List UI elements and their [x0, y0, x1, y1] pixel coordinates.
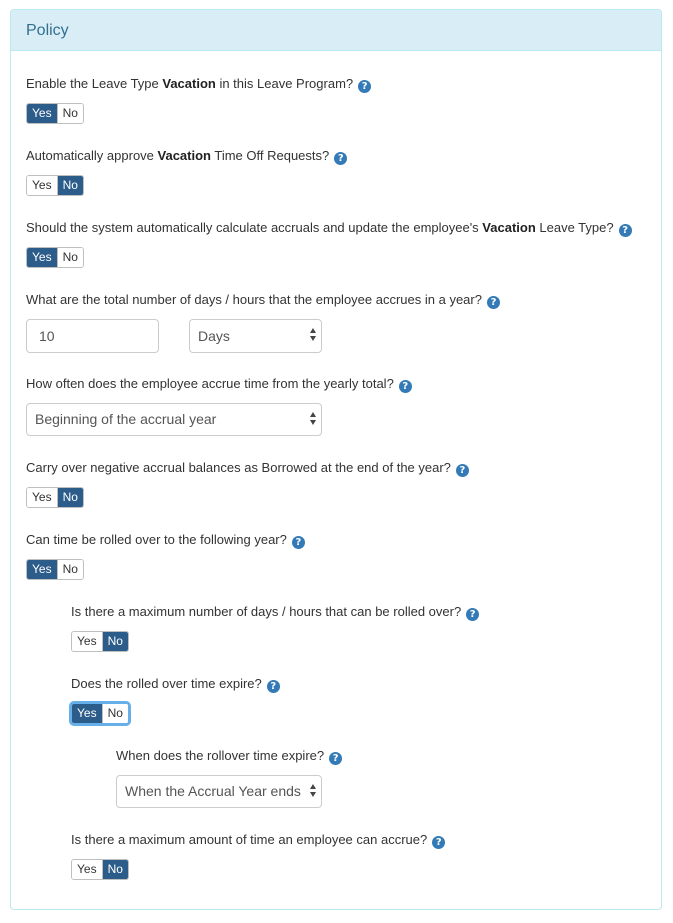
question-max-accrue: Is there a maximum amount of time an emp…: [71, 832, 446, 849]
yes-option[interactable]: Yes: [72, 704, 102, 723]
question-text: Is there a maximum number of days / hour…: [71, 604, 462, 619]
question-enable-leave-type: Enable the Leave Type Vacation in this L…: [26, 76, 372, 93]
question-text: What are the total number of days / hour…: [26, 292, 482, 307]
question-accrual-frequency: How often does the employee accrue time …: [26, 376, 412, 393]
yes-option[interactable]: Yes: [27, 176, 57, 195]
question-text: Enable the Leave Type: [26, 76, 163, 91]
no-option[interactable]: No: [101, 704, 128, 723]
yes-option[interactable]: Yes: [27, 248, 57, 267]
leave-type-name: Vacation: [162, 76, 216, 91]
rollover-expire-toggle: Yes No: [71, 703, 129, 724]
max-rollover-toggle: Yes No: [71, 631, 129, 652]
select-arrows-icon: [310, 784, 317, 799]
question-rollover-expire: Does the rolled over time expire??: [71, 676, 280, 693]
question-text: Leave Type?: [535, 220, 614, 235]
expire-when-select[interactable]: When the Accrual Year ends: [116, 775, 322, 808]
question-text: When does the rollover time expire?: [116, 748, 325, 763]
question-text: Can time be rolled over to the following…: [26, 532, 287, 547]
select-arrows-icon: [310, 328, 317, 343]
question-auto-approve: Automatically approve Vacation Time Off …: [26, 148, 348, 165]
yes-option[interactable]: Yes: [72, 860, 102, 879]
no-option[interactable]: No: [56, 104, 83, 123]
help-icon[interactable]: ?: [358, 80, 372, 93]
no-option[interactable]: No: [56, 248, 83, 267]
help-icon[interactable]: ?: [466, 608, 480, 621]
auto-approve-toggle: Yes No: [26, 175, 84, 196]
yes-option[interactable]: Yes: [27, 560, 57, 579]
question-text: Automatically approve: [26, 148, 158, 163]
max-accrue-toggle: Yes No: [71, 859, 129, 880]
yes-option[interactable]: Yes: [27, 104, 57, 123]
question-max-rollover: Is there a maximum number of days / hour…: [71, 604, 480, 621]
leave-type-name: Vacation: [482, 220, 536, 235]
no-option[interactable]: No: [56, 560, 83, 579]
help-icon[interactable]: ?: [334, 152, 348, 165]
question-total-accrual: What are the total number of days / hour…: [26, 292, 500, 309]
leave-type-name: Vacation: [157, 148, 211, 163]
question-text: Does the rolled over time expire?: [71, 676, 262, 691]
help-icon[interactable]: ?: [266, 680, 280, 693]
help-icon[interactable]: ?: [329, 752, 343, 765]
question-text: Is there a maximum amount of time an emp…: [71, 832, 428, 847]
question-text: How often does the employee accrue time …: [26, 376, 394, 391]
accrual-frequency-select[interactable]: Beginning of the accrual year: [26, 403, 322, 436]
question-text: Carry over negative accrual balances as …: [26, 460, 451, 475]
help-icon[interactable]: ?: [486, 296, 500, 309]
question-text: Should the system automatically calculat…: [26, 220, 483, 235]
panel-heading: Policy: [11, 10, 661, 51]
no-option[interactable]: No: [56, 488, 83, 507]
question-rollover: Can time be rolled over to the following…: [26, 532, 305, 549]
question-auto-calc: Should the system automatically calculat…: [26, 220, 632, 237]
no-option[interactable]: No: [56, 176, 83, 195]
help-icon[interactable]: ?: [618, 224, 632, 237]
help-icon[interactable]: ?: [432, 836, 446, 849]
carry-negative-toggle: Yes No: [26, 487, 84, 508]
no-option[interactable]: No: [101, 632, 128, 651]
question-text: Time Off Requests?: [210, 148, 330, 163]
enable-toggle: Yes No: [26, 103, 84, 124]
yes-option[interactable]: Yes: [72, 632, 102, 651]
selected-value: Days: [198, 328, 230, 344]
select-arrows-icon: [310, 412, 317, 427]
accrual-amount-input[interactable]: 10: [26, 319, 159, 353]
help-icon[interactable]: ?: [291, 536, 305, 549]
question-expire-when: When does the rollover time expire??: [116, 748, 343, 765]
auto-calc-toggle: Yes No: [26, 247, 84, 268]
question-text: in this Leave Program?: [215, 76, 354, 91]
selected-value: When the Accrual Year ends: [125, 783, 301, 799]
selected-value: Beginning of the accrual year: [35, 411, 217, 427]
accrual-unit-select[interactable]: Days: [189, 319, 322, 353]
help-icon[interactable]: ?: [455, 464, 469, 477]
rollover-toggle: Yes No: [26, 559, 84, 580]
yes-option[interactable]: Yes: [27, 488, 57, 507]
no-option[interactable]: No: [101, 860, 128, 879]
question-carry-negative: Carry over negative accrual balances as …: [26, 460, 469, 477]
help-icon[interactable]: ?: [398, 380, 412, 393]
